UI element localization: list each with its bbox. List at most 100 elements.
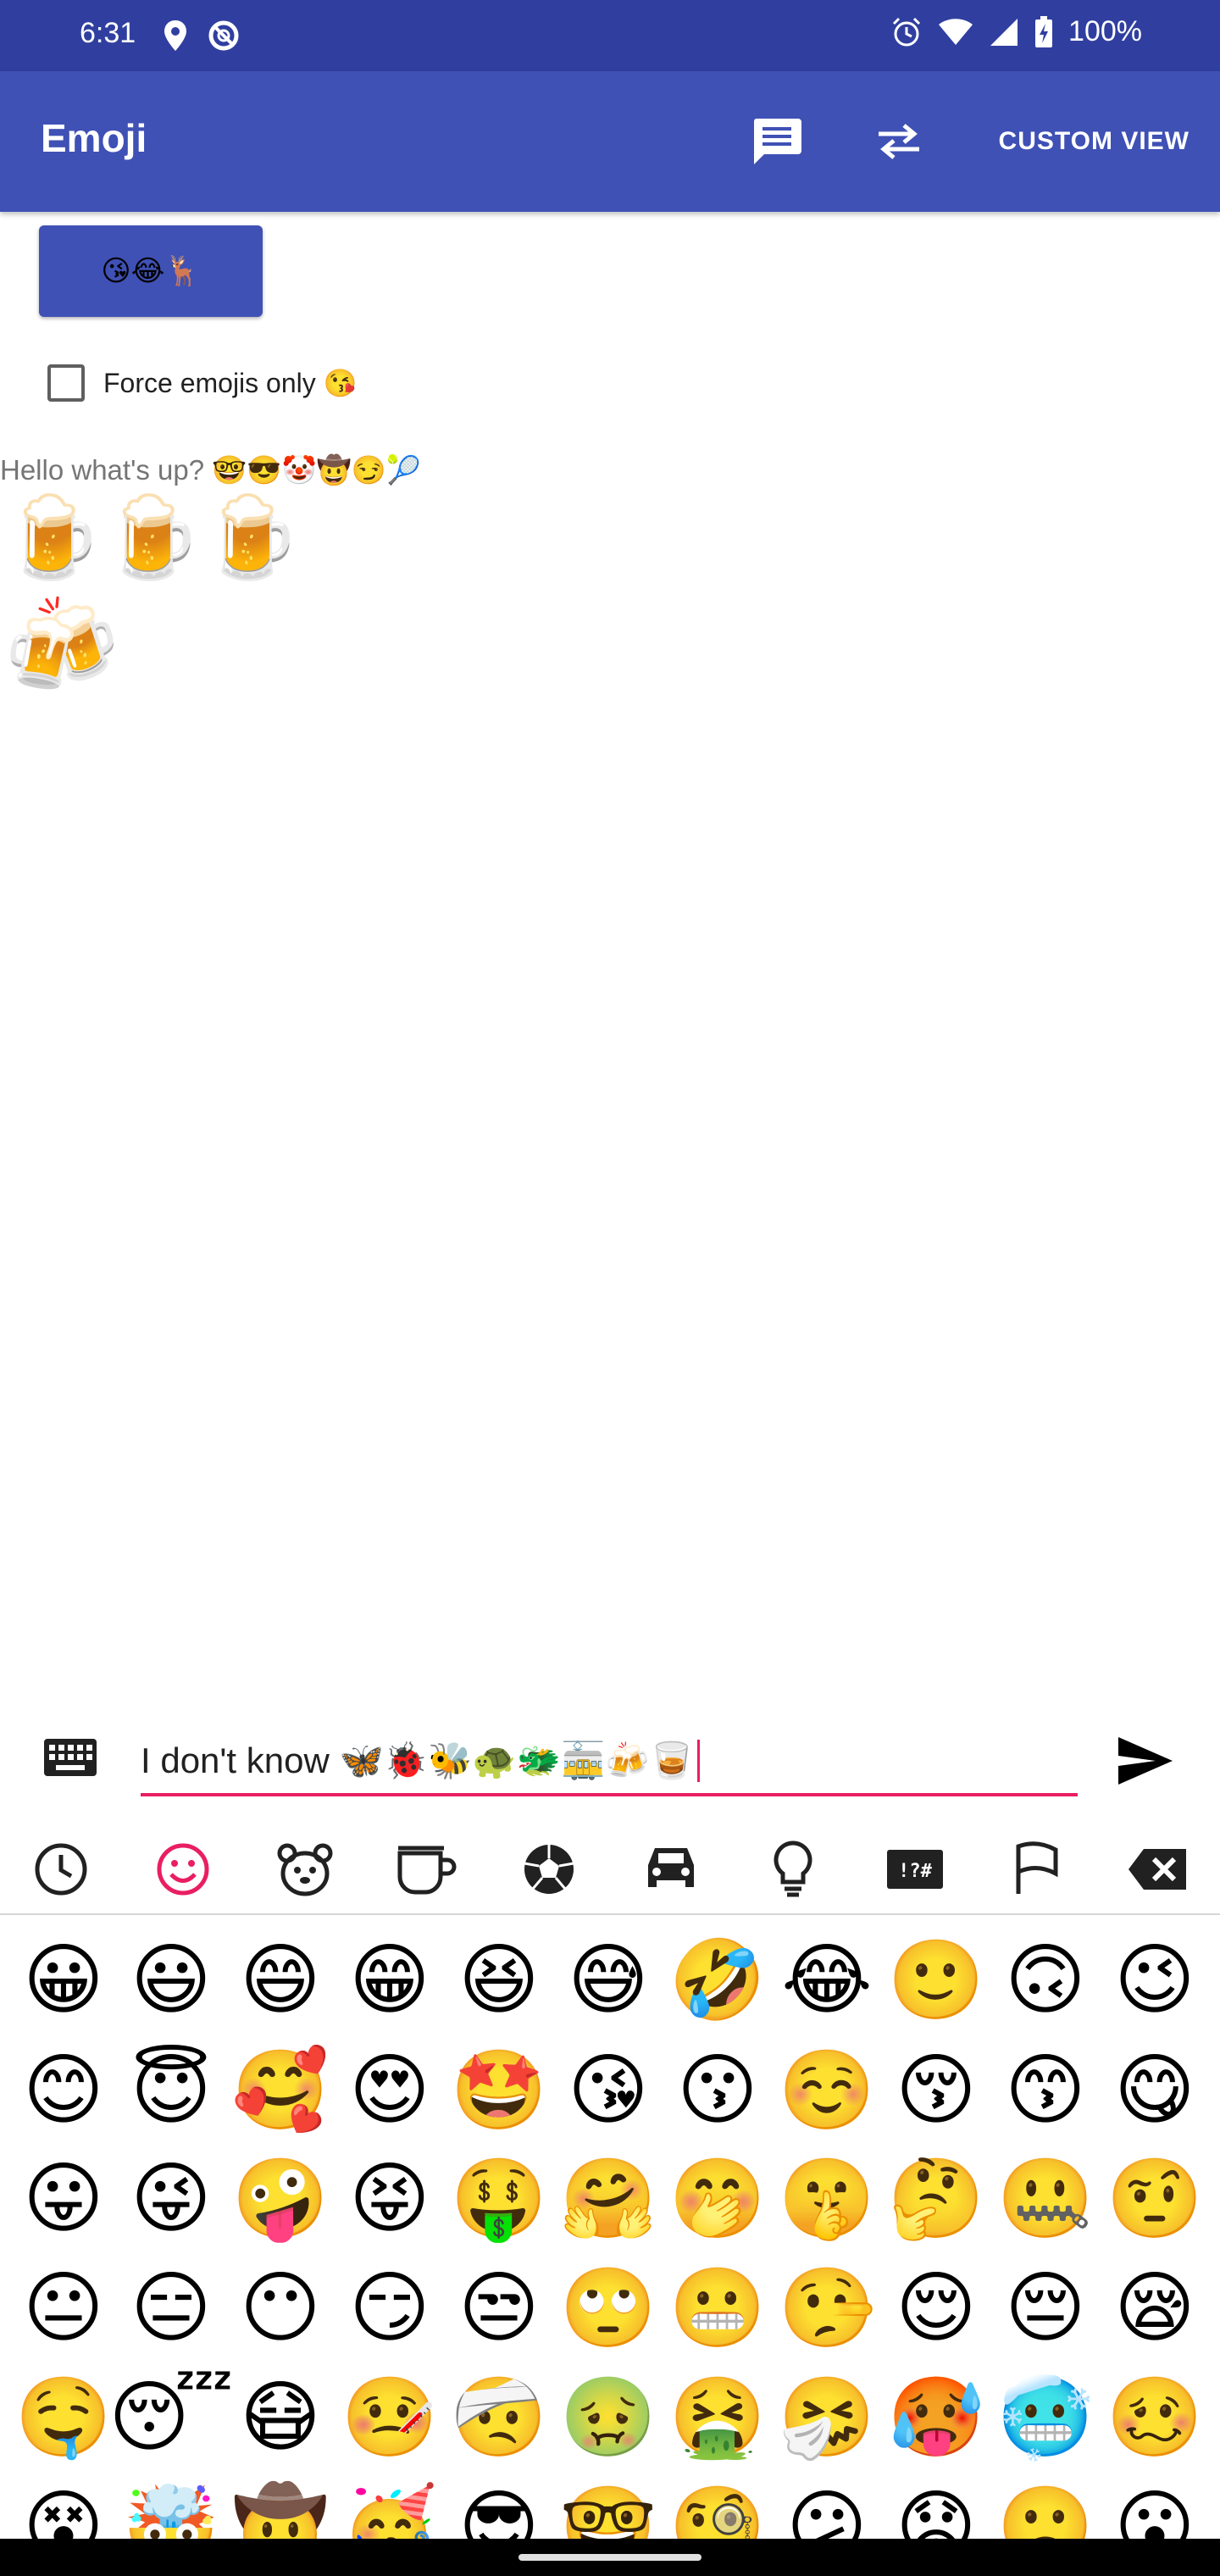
emoji-key[interactable]: 🥶	[990, 2362, 1101, 2473]
emoji-key[interactable]: 😅	[553, 1925, 663, 2035]
backspace-button[interactable]	[1127, 1839, 1188, 1900]
svg-text:!?#: !?#	[898, 1861, 932, 1882]
emoji-key[interactable]: 🤒	[335, 2362, 445, 2473]
smileys-icon	[157, 1843, 209, 1896]
emoji-key[interactable]: 🤫	[772, 2144, 882, 2254]
emoji-key[interactable]: 😝	[335, 2144, 445, 2254]
emoji-key[interactable]: 🤯	[116, 2472, 226, 2540]
force-emojis-label: Force emojis only 😘	[103, 368, 358, 398]
emoji-key[interactable]: 🤥	[772, 2253, 882, 2363]
keyboard-toggle-button[interactable]	[44, 1739, 97, 1779]
emoji-key[interactable]: 🥵	[881, 2362, 991, 2473]
emoji-key[interactable]: 🙁	[990, 2472, 1101, 2540]
emoji-key[interactable]: 🤗	[553, 2144, 663, 2254]
emoji-key[interactable]: 🥳	[335, 2472, 445, 2540]
emoji-key[interactable]: 🤑	[444, 2144, 554, 2254]
emoji-key[interactable]: 🥴	[1100, 2362, 1210, 2473]
battery-icon	[1035, 15, 1053, 47]
emoji-key[interactable]: 🤨	[1100, 2144, 1210, 2254]
force-emojis-checkbox[interactable]	[47, 364, 85, 402]
emoji-button[interactable]: 😘😂🦌	[39, 225, 263, 317]
emoji-key[interactable]: 🤭	[663, 2144, 773, 2254]
emoji-key[interactable]: 😚	[881, 2035, 991, 2146]
emoji-key[interactable]: 🤣	[663, 1925, 773, 2035]
emoji-key[interactable]: 🙂	[881, 1925, 991, 2035]
emoji-key[interactable]: 😙	[990, 2035, 1101, 2146]
custom-view-button[interactable]: CUSTOM VIEW	[999, 127, 1190, 156]
emoji-key[interactable]: 🤧	[772, 2362, 882, 2473]
emoji-key[interactable]: 😑	[116, 2253, 226, 2363]
emoji-key[interactable]: 🤢	[553, 2362, 663, 2473]
category-recent[interactable]	[30, 1839, 92, 1900]
emoji-key[interactable]: 😵	[8, 2472, 119, 2540]
message-input[interactable]: I don't know 🦋🐞🐝🐢🐲🚋🍻🥃	[141, 1729, 1078, 1796]
category-symbols[interactable]: !?#	[884, 1839, 946, 1900]
category-activity[interactable]	[518, 1839, 580, 1900]
emoji-key[interactable]: 😗	[663, 2035, 773, 2146]
emoji-key[interactable]: 🤔	[881, 2144, 991, 2254]
objects-icon	[774, 1840, 812, 1897]
emoji-grid: 😀 😃 😄 😁 😆 😅 🤣 😂 🙂 🙃 😉 😊 😇 🥰 😍 🤩 😘 😗 ☺️ 😚 😙 😋 😛 😜 🤪 😝 🤑 🤗 🤭 🤫 🤔 🤐 🤨 😐 😑 😶 😏 😒 🙄…	[0, 1925, 1220, 2540]
emoji-key[interactable]: 😪	[1100, 2253, 1210, 2363]
emoji-key[interactable]: 😇	[116, 2035, 226, 2146]
emoji-key[interactable]: 😮	[1100, 2472, 1210, 2540]
emoji-key[interactable]: 😟	[881, 2472, 991, 2540]
clinking-beers-message: 🍻	[3, 591, 119, 700]
emoji-key[interactable]: 🙄	[553, 2253, 663, 2363]
recent-icon	[35, 1843, 87, 1896]
emoji-key[interactable]: 😎	[444, 2472, 554, 2540]
emoji-key[interactable]: 🤕	[444, 2362, 554, 2473]
emoji-key[interactable]: 😜	[116, 2144, 226, 2254]
category-objects[interactable]	[762, 1839, 824, 1900]
emoji-key[interactable]: 😉	[1100, 1925, 1210, 2035]
emoji-key[interactable]: 😶	[225, 2253, 336, 2363]
send-button[interactable]	[1117, 1735, 1174, 1790]
emoji-key[interactable]: 😃	[116, 1925, 226, 2035]
emoji-key[interactable]: 🤠	[225, 2472, 336, 2540]
emoji-key[interactable]: 😍	[335, 2035, 445, 2146]
emoji-key[interactable]: 🤓	[553, 2472, 663, 2540]
emoji-key[interactable]: 😆	[444, 1925, 554, 2035]
category-animals[interactable]	[274, 1839, 336, 1900]
text-caret	[696, 1740, 700, 1782]
emoji-key[interactable]: 🤮	[663, 2362, 773, 2473]
emoji-key[interactable]: 😏	[335, 2253, 445, 2363]
emoji-key[interactable]: 😊	[8, 2035, 119, 2146]
emoji-key[interactable]: 🤤	[8, 2362, 119, 2473]
emoji-key[interactable]: 😋	[1100, 2035, 1210, 2146]
emoji-key[interactable]: 🧐	[663, 2472, 773, 2540]
category-flags[interactable]	[1006, 1839, 1068, 1900]
swap-button[interactable]	[869, 112, 929, 171]
home-handle[interactable]	[518, 2554, 702, 2561]
emoji-key[interactable]: 😂	[772, 1925, 882, 2035]
emoji-key[interactable]: 😄	[225, 1925, 336, 2035]
emoji-key[interactable]: 😐	[8, 2253, 119, 2363]
emoji-key[interactable]: 😕	[772, 2472, 882, 2540]
emoji-key[interactable]: 😀	[8, 1925, 119, 2035]
category-travel[interactable]	[640, 1839, 702, 1900]
emoji-key[interactable]: 🥰	[225, 2035, 336, 2146]
emoji-key[interactable]: 🙃	[990, 1925, 1101, 2035]
emoji-category-bar: !?#	[0, 1822, 1220, 1915]
emoji-key[interactable]: 😘	[553, 2035, 663, 2146]
emoji-key[interactable]: 😔	[990, 2253, 1101, 2363]
emoji-key[interactable]: 😁	[335, 1925, 445, 2035]
emoji-key[interactable]: 🤩	[444, 2035, 554, 2146]
emoji-key[interactable]: ☺️	[772, 2035, 882, 2146]
emoji-key[interactable]: 😬	[663, 2253, 773, 2363]
emoji-key[interactable]: 😛	[8, 2144, 119, 2254]
backspace-icon	[1128, 1849, 1186, 1890]
emoji-key[interactable]: 🤪	[225, 2144, 336, 2254]
category-food[interactable]	[396, 1839, 458, 1900]
message-input-text: I don't know 🦋🐞🐝🐢🐲🚋🍻🥃	[141, 1740, 694, 1780]
emoji-key[interactable]: 😷	[225, 2362, 336, 2473]
emoji-key[interactable]: 😌	[881, 2253, 991, 2363]
message-button[interactable]	[747, 112, 807, 171]
force-emojis-row[interactable]: Force emojis only 😘	[47, 364, 357, 402]
emoji-key[interactable]: 🤐	[990, 2144, 1101, 2254]
category-smileys[interactable]	[152, 1839, 214, 1900]
emoji-key[interactable]: 😴	[108, 2362, 234, 2473]
emoji-key[interactable]: 😒	[444, 2253, 554, 2363]
data-saver-icon	[208, 20, 239, 51]
app-bar: Emoji CUSTOM VIEW	[0, 71, 1220, 212]
